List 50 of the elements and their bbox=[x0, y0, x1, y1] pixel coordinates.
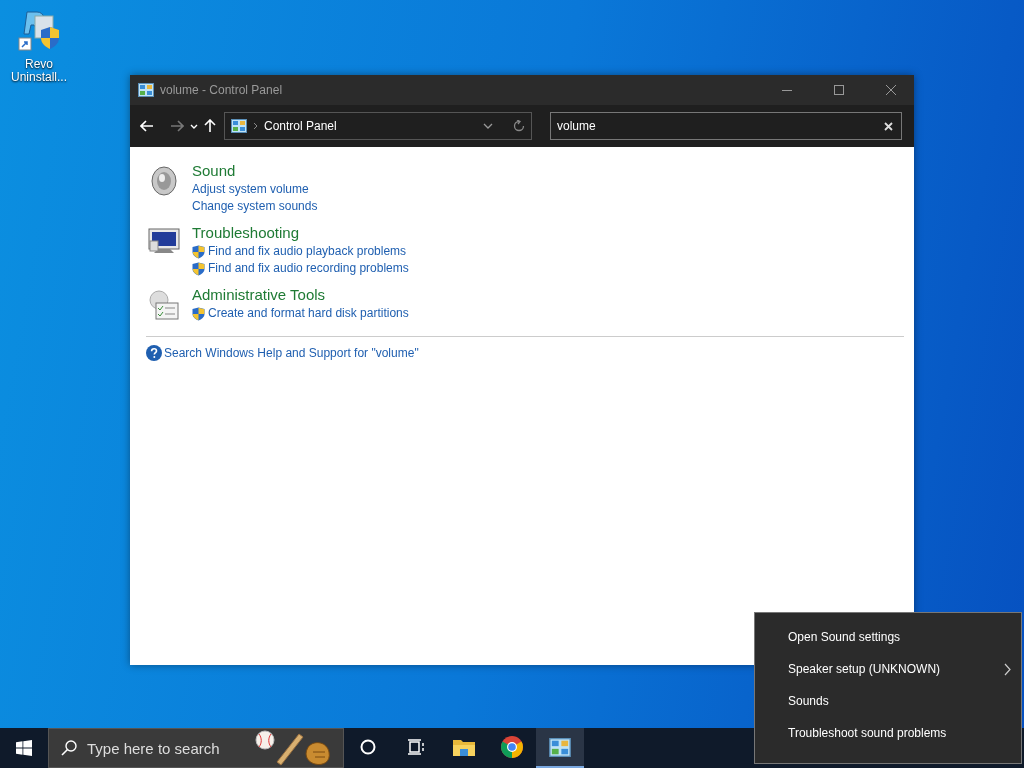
up-button[interactable] bbox=[204, 119, 216, 133]
search-icon bbox=[61, 740, 77, 756]
breadcrumb-item[interactable]: Control Panel bbox=[264, 119, 477, 133]
tools-checklist-icon bbox=[148, 289, 180, 321]
windows-logo-icon bbox=[16, 740, 32, 756]
forward-button[interactable] bbox=[170, 120, 184, 132]
control-panel-icon bbox=[231, 119, 247, 133]
menu-item[interactable]: Speaker setup (UNKNOWN) bbox=[755, 653, 1021, 685]
back-arrow-icon bbox=[140, 120, 154, 132]
taskbar-search-field[interactable]: Type here to search bbox=[87, 739, 243, 757]
maximize-icon bbox=[834, 85, 844, 95]
dropdown-caret-icon[interactable] bbox=[483, 123, 493, 129]
task-link[interactable]: Find and fix audio recording problems bbox=[208, 260, 409, 277]
taskbar-app-button[interactable] bbox=[536, 728, 584, 768]
speaker-icon bbox=[150, 165, 178, 197]
task-link[interactable]: Create and format hard disk partitions bbox=[208, 305, 409, 322]
menu-item[interactable]: Sounds bbox=[755, 685, 1021, 717]
control-panel-icon bbox=[138, 83, 154, 97]
window-title: volume - Control Panel bbox=[160, 83, 284, 97]
circle-icon bbox=[360, 739, 376, 755]
desktop-icon-label[interactable]: Revo Uninstall... bbox=[8, 58, 70, 84]
category-link[interactable]: Sound bbox=[192, 161, 318, 181]
task-link[interactable]: Find and fix audio playback problems bbox=[208, 243, 407, 260]
computer-screen-icon bbox=[148, 227, 180, 255]
taskbar-search-box[interactable]: Type here to search bbox=[48, 728, 344, 768]
task-view-icon bbox=[407, 739, 425, 755]
category-link[interactable]: Administrative Tools bbox=[192, 285, 409, 305]
help-icon bbox=[146, 345, 162, 361]
refresh-icon[interactable] bbox=[513, 120, 525, 132]
recent-locations-button[interactable] bbox=[190, 123, 198, 129]
up-arrow-icon bbox=[204, 119, 216, 133]
address-bar[interactable]: Control Panel bbox=[224, 112, 532, 140]
caret-icon bbox=[190, 123, 198, 129]
menu-item[interactable]: Open Sound settings bbox=[755, 621, 1021, 653]
help-search-link[interactable]: Search Windows Help and Support for "volume" bbox=[164, 346, 419, 360]
control-panel-icon bbox=[549, 737, 571, 757]
task-link[interactable]: Change system sounds bbox=[192, 198, 318, 215]
clear-icon[interactable] bbox=[884, 121, 893, 131]
minimize-icon bbox=[782, 89, 792, 91]
category-link[interactable]: Troubleshooting bbox=[192, 223, 409, 243]
folder-icon bbox=[452, 737, 476, 757]
search-box[interactable]: volume bbox=[550, 112, 902, 140]
close-icon bbox=[886, 85, 896, 95]
chevron-icon bbox=[253, 122, 258, 130]
menu-item[interactable]: Troubleshoot sound problems bbox=[755, 717, 1021, 749]
chrome-browser-icon bbox=[500, 735, 524, 759]
task-link[interactable]: Adjust system volume bbox=[192, 181, 309, 198]
back-button[interactable] bbox=[140, 120, 154, 132]
search-field[interactable]: volume bbox=[557, 119, 884, 133]
forward-arrow-icon bbox=[170, 120, 184, 132]
